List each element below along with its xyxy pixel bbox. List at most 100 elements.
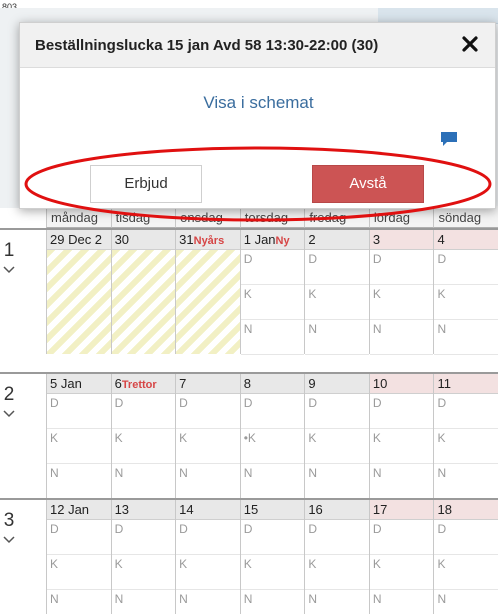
calendar-day[interactable]: 3 DKN: [368, 230, 434, 355]
day-date: 5 Jan: [47, 374, 111, 394]
calendar-day[interactable]: 8 D •K N: [239, 374, 305, 499]
shift-slot[interactable]: N: [369, 320, 434, 355]
calendar-day[interactable]: 30: [110, 230, 176, 355]
calendar-day[interactable]: 14 D K N: [175, 500, 240, 614]
shift-slot[interactable]: D: [240, 250, 305, 285]
shift-slot[interactable]: N: [112, 590, 176, 614]
shift-slot[interactable]: K: [47, 429, 111, 464]
shift-slot[interactable]: K: [47, 555, 111, 590]
calendar-day[interactable]: 29 Dec 2: [46, 230, 111, 354]
shift-slot[interactable]: D: [434, 250, 498, 285]
day-shift-slots: DKN: [434, 394, 498, 499]
shift-slot[interactable]: [176, 250, 240, 285]
shift-slot[interactable]: K: [240, 285, 305, 320]
calendar-day[interactable]: 11 D K N: [433, 374, 498, 499]
calendar-day[interactable]: 15 D K N: [239, 500, 305, 614]
shift-slot[interactable]: D: [240, 394, 305, 429]
shift-slot[interactable]: K: [305, 429, 369, 464]
calendar-day[interactable]: 31Nyårs: [175, 230, 240, 354]
chevron-down-icon[interactable]: [3, 534, 15, 546]
shift-slot[interactable]: K: [305, 555, 369, 590]
day-shift-slots: DKN: [240, 250, 305, 355]
calendar-day[interactable]: 9 DKN: [304, 374, 369, 499]
shift-slot[interactable]: D: [111, 394, 176, 429]
shift-slot[interactable]: [176, 320, 240, 355]
shift-slot[interactable]: D: [369, 250, 434, 285]
calendar-day[interactable]: 1 JanNy D K N: [239, 230, 305, 355]
shift-slot[interactable]: N: [176, 464, 240, 499]
show-in-schedule-link[interactable]: Visa i schemat: [20, 93, 497, 113]
day-date: 30: [111, 230, 176, 250]
calendar-day[interactable]: 10 D K N: [368, 374, 434, 499]
day-date-text: 5 Jan: [50, 376, 82, 391]
shift-slot[interactable]: N: [176, 590, 240, 614]
calendar-day[interactable]: 6Trettor D K N: [110, 374, 176, 499]
day-date-text: 15: [243, 502, 259, 517]
calendar-day[interactable]: 13 D K N: [110, 500, 176, 614]
shift-slot[interactable]: D: [111, 520, 176, 555]
shift-slot[interactable]: D: [434, 520, 498, 555]
shift-slot[interactable]: K: [369, 285, 434, 320]
shift-slot[interactable]: N: [369, 464, 434, 499]
shift-slot[interactable]: K: [305, 285, 369, 320]
decline-button[interactable]: Avstå: [312, 165, 424, 203]
shift-slot[interactable]: N: [47, 590, 111, 614]
shift-slot[interactable]: D: [240, 520, 305, 555]
calendar-day[interactable]: 2 DKN: [304, 230, 369, 355]
shift-slot[interactable]: D: [47, 394, 111, 429]
shift-slot[interactable]: D: [176, 394, 240, 429]
shift-slot[interactable]: [47, 250, 111, 285]
shift-slot[interactable]: N: [241, 590, 305, 614]
shift-slot[interactable]: N: [47, 464, 111, 499]
shift-slot[interactable]: [112, 320, 176, 355]
shift-slot[interactable]: D: [47, 520, 111, 555]
shift-slot[interactable]: K: [434, 555, 498, 590]
shift-slot[interactable]: N: [305, 320, 369, 355]
shift-slot[interactable]: •K: [240, 429, 305, 464]
offer-button[interactable]: Erbjud: [90, 165, 202, 203]
shift-slot[interactable]: D: [369, 394, 434, 429]
day-date-text: 12 Jan: [50, 502, 90, 517]
shift-slot[interactable]: [112, 285, 176, 320]
shift-slot[interactable]: K: [111, 429, 176, 464]
day-date: 29 Dec 2: [47, 230, 111, 250]
calendar-day[interactable]: 7 DKN: [175, 374, 240, 499]
shift-slot[interactable]: D: [305, 394, 369, 429]
chat-icon[interactable]: [440, 131, 458, 147]
shift-slot[interactable]: K: [111, 555, 176, 590]
shift-slot[interactable]: N: [434, 590, 498, 614]
shift-slot[interactable]: [112, 250, 176, 285]
shift-slot[interactable]: D: [434, 394, 498, 429]
shift-slot[interactable]: K: [240, 555, 305, 590]
shift-slot[interactable]: N: [434, 320, 498, 355]
shift-slot[interactable]: K: [434, 429, 498, 464]
chevron-down-icon[interactable]: [3, 408, 15, 420]
calendar-day[interactable]: 16 D K N: [304, 500, 369, 614]
shift-slot[interactable]: K: [176, 429, 240, 464]
shift-slot[interactable]: [47, 285, 111, 320]
shift-slot[interactable]: N: [305, 464, 369, 499]
shift-slot[interactable]: K: [176, 555, 240, 590]
shift-slot[interactable]: D: [305, 520, 369, 555]
shift-slot[interactable]: N: [370, 590, 434, 614]
chevron-down-icon[interactable]: [3, 264, 15, 276]
shift-slot[interactable]: K: [369, 429, 434, 464]
calendar-day[interactable]: 4 DKN: [433, 230, 498, 355]
calendar-day[interactable]: 18 D K N: [433, 500, 498, 614]
shift-slot[interactable]: D: [305, 250, 369, 285]
shift-slot[interactable]: D: [176, 520, 240, 555]
shift-slot[interactable]: N: [305, 590, 369, 614]
shift-slot[interactable]: N: [240, 320, 305, 355]
calendar-day[interactable]: 5 Jan D K N: [46, 374, 111, 499]
shift-slot[interactable]: N: [111, 464, 176, 499]
shift-slot[interactable]: [47, 320, 111, 355]
shift-slot[interactable]: D: [369, 520, 434, 555]
calendar-day[interactable]: 17 D K N: [368, 500, 434, 614]
calendar-day[interactable]: 12 Jan D K N: [46, 500, 111, 614]
shift-slot[interactable]: [176, 285, 240, 320]
shift-slot[interactable]: K: [434, 285, 498, 320]
shift-slot[interactable]: N: [240, 464, 305, 499]
close-icon[interactable]: [460, 34, 480, 54]
shift-slot[interactable]: N: [434, 464, 498, 499]
shift-slot[interactable]: K: [369, 555, 434, 590]
